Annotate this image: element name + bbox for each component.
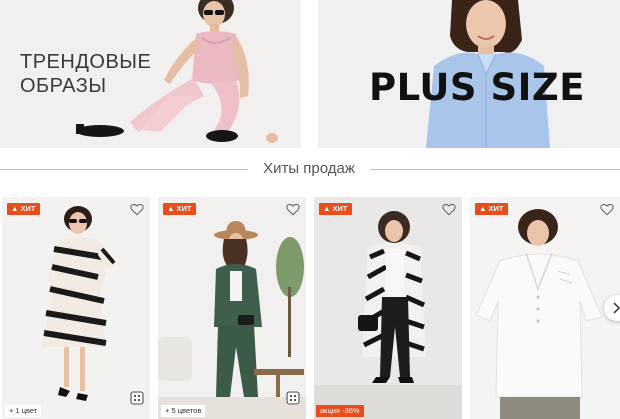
divider-left: [0, 169, 248, 170]
product-image[interactable]: [2, 197, 150, 419]
colors-count: + 1 цвет: [5, 405, 42, 417]
product-card[interactable]: ▲ ХИТ + 5 цветов: [158, 197, 306, 419]
hit-badge: ▲ ХИТ: [7, 203, 40, 215]
product-image[interactable]: [470, 197, 620, 419]
banner-plus-size[interactable]: PLUS SIZE: [318, 0, 620, 148]
divider-right: [370, 169, 620, 170]
banner-trend-looks[interactable]: ТРЕНДОВЫЕ ОБРАЗЫ: [0, 0, 301, 148]
product-card[interactable]: ▲ ХИТ + 1 цвет: [2, 197, 150, 419]
hit-badge-label: ХИТ: [176, 204, 192, 213]
bestsellers-header: Хиты продаж: [0, 158, 620, 182]
banner-title-plus-size: PLUS SIZE: [369, 66, 585, 109]
heart-icon[interactable]: [600, 203, 614, 216]
hit-badge: ▲ ХИТ: [319, 203, 352, 215]
carousel-next-button[interactable]: [604, 295, 620, 321]
heart-icon[interactable]: [286, 203, 300, 216]
product-image[interactable]: [314, 197, 462, 419]
hit-badge-label: ХИТ: [488, 204, 504, 213]
heart-icon[interactable]: [130, 203, 144, 216]
hit-badge-label: ХИТ: [20, 204, 36, 213]
hit-badge-label: ХИТ: [332, 204, 348, 213]
promo-badge: акция -36%: [316, 405, 364, 417]
hit-badge: ▲ ХИТ: [475, 203, 508, 215]
banner-title-trend-looks: ТРЕНДОВЫЕ ОБРАЗЫ: [20, 51, 152, 97]
colors-count: + 5 цветов: [161, 405, 206, 417]
compare-icon[interactable]: [130, 391, 144, 405]
chevron-right-icon: [613, 302, 620, 314]
section-title: Хиты продаж: [263, 160, 355, 177]
product-card[interactable]: ▲ ХИТ акция -36%: [314, 197, 462, 419]
heart-icon[interactable]: [442, 203, 456, 216]
hit-badge: ▲ ХИТ: [163, 203, 196, 215]
compare-icon[interactable]: [286, 391, 300, 405]
product-card[interactable]: ▲ ХИТ: [470, 197, 620, 419]
product-image[interactable]: [158, 197, 306, 419]
